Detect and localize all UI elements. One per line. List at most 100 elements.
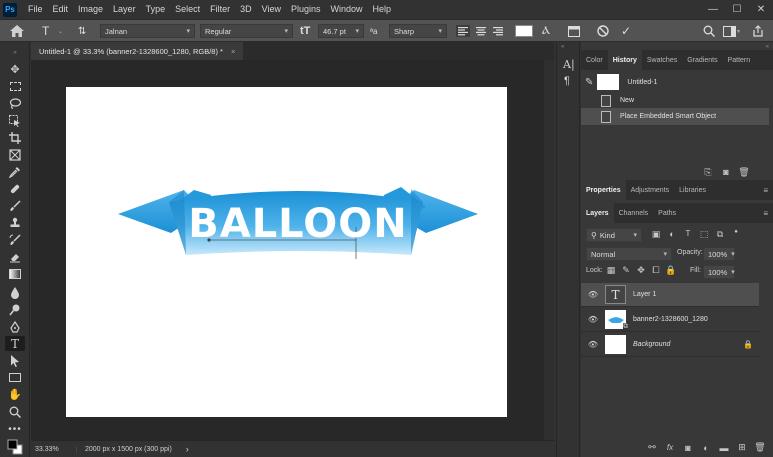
close-button[interactable]: ✕ — [749, 0, 773, 19]
cancel-icon[interactable] — [597, 24, 609, 38]
vertical-scrollbar[interactable] — [544, 60, 554, 440]
frame-tool-icon[interactable] — [5, 147, 25, 162]
menu-select[interactable]: Select — [170, 0, 205, 19]
hand-tool-icon[interactable]: ✋ — [5, 387, 25, 402]
filter-toggle-icon[interactable]: ● — [729, 229, 743, 240]
new-group-icon[interactable]: ▬ — [717, 443, 731, 453]
document-canvas[interactable]: BALLOON — [66, 87, 507, 417]
lasso-tool-icon[interactable] — [5, 96, 25, 111]
orientation-toggle-icon[interactable]: ⇅ — [78, 24, 86, 38]
visibility-eye-icon[interactable]: 👁 — [587, 315, 599, 324]
menu-help[interactable]: Help — [368, 0, 397, 19]
menu-3d[interactable]: 3D — [235, 0, 257, 19]
add-mask-icon[interactable]: ◙ — [681, 443, 695, 453]
pen-tool-icon[interactable] — [5, 319, 25, 334]
filter-type-icon[interactable]: T — [681, 229, 695, 240]
filter-pixel-icon[interactable]: ▣ — [649, 229, 663, 240]
lock-icon[interactable]: 🔒 — [743, 340, 753, 349]
path-selection-tool-icon[interactable] — [5, 353, 25, 368]
layer-filter-kind-select[interactable]: ⚲ Kind ▾ — [586, 228, 642, 242]
tab-paths[interactable]: Paths — [653, 203, 681, 223]
document-tab[interactable]: Untitled-1 @ 33.3% (banner2-1328600_1280… — [31, 42, 244, 60]
minimize-button[interactable]: — — [701, 0, 725, 19]
menu-plugins[interactable]: Plugins — [286, 0, 326, 19]
menu-view[interactable]: View — [257, 0, 286, 19]
history-brush-tool-icon[interactable] — [5, 232, 25, 247]
layer-style-icon[interactable]: fx — [663, 443, 677, 452]
workspace-icon[interactable] — [723, 24, 736, 38]
adjustment-layer-icon[interactable]: ◐ — [699, 443, 713, 453]
visibility-eye-icon[interactable]: 👁 — [587, 340, 599, 349]
commit-check-icon[interactable]: ✓ — [621, 24, 631, 38]
marquee-tool-icon[interactable] — [5, 79, 25, 94]
snapshot-camera-icon[interactable]: ◙ — [719, 167, 733, 178]
type-tool-icon[interactable]: T — [5, 336, 25, 351]
move-tool-icon[interactable]: ✥ — [5, 62, 25, 77]
layer-row[interactable]: 👁 Background 🔒 — [581, 333, 759, 357]
tab-swatches[interactable]: Swatches — [642, 50, 682, 70]
history-item[interactable]: Place Embedded Smart Object — [581, 108, 769, 125]
crop-tool-icon[interactable] — [5, 130, 25, 145]
filter-shape-icon[interactable]: ⬚ — [697, 229, 711, 240]
align-right-button[interactable] — [491, 24, 505, 38]
font-size-select[interactable]: 46.7 pt ▾ — [318, 24, 364, 38]
balloon-banner-graphic[interactable]: BALLOON — [66, 87, 507, 417]
gradient-tool-icon[interactable] — [5, 266, 25, 281]
align-left-button[interactable] — [456, 24, 470, 38]
filter-smart-object-icon[interactable]: ⧉ — [713, 229, 727, 240]
text-color-swatch[interactable] — [515, 24, 533, 38]
workspace-chevron-icon[interactable]: ▾ — [737, 24, 740, 38]
tab-gradients[interactable]: Gradients — [682, 50, 722, 70]
tab-adjustments[interactable]: Adjustments — [626, 180, 675, 200]
rectangle-tool-icon[interactable] — [5, 370, 25, 385]
tab-pattern[interactable]: Pattern — [723, 50, 756, 70]
object-selection-tool-icon[interactable] — [5, 113, 25, 128]
history-item[interactable]: New — [581, 92, 769, 109]
menu-image[interactable]: Image — [73, 0, 108, 19]
brush-tool-icon[interactable] — [5, 198, 25, 213]
lock-transparent-icon[interactable]: ▦ — [604, 265, 618, 276]
toolbar-collapse-icon[interactable]: » — [5, 50, 25, 56]
type-tool-preset-icon[interactable]: T — [42, 24, 58, 38]
link-layers-icon[interactable]: ⚯ — [645, 442, 659, 453]
tab-properties[interactable]: Properties — [581, 180, 626, 200]
banner-text[interactable]: BALLOON — [188, 201, 407, 247]
status-arrow-icon[interactable]: › — [186, 444, 189, 454]
blend-mode-select[interactable]: Normal ▾ — [586, 247, 672, 261]
delete-layer-icon[interactable]: 🗑 — [753, 442, 767, 453]
new-document-from-state-icon[interactable]: ⎘ — [701, 167, 715, 178]
lock-position-icon[interactable]: ✥ — [634, 265, 648, 276]
font-style-select[interactable]: Regular ▾ — [200, 24, 293, 38]
menu-window[interactable]: Window — [326, 0, 368, 19]
zoom-level[interactable]: 33.33% — [35, 445, 77, 453]
menu-edit[interactable]: Edit — [48, 0, 74, 19]
eyedropper-tool-icon[interactable] — [5, 164, 25, 179]
clone-stamp-tool-icon[interactable] — [5, 215, 25, 230]
history-snapshot[interactable]: ✎ Untitled-1 — [581, 70, 769, 94]
layer-row[interactable]: 👁 T Layer 1 — [581, 283, 759, 307]
new-layer-icon[interactable]: ⊞ — [735, 442, 749, 453]
menu-type[interactable]: Type — [141, 0, 171, 19]
zoom-tool-icon[interactable] — [5, 404, 25, 419]
fill-field[interactable]: 100% ▾ — [703, 265, 735, 279]
panel-menu-icon[interactable]: ≡ — [763, 209, 768, 218]
more-tools-icon[interactable]: ••• — [5, 422, 25, 437]
tab-layers[interactable]: Layers — [581, 203, 614, 223]
character-panel-button[interactable]: A| — [563, 58, 575, 71]
tab-channels[interactable]: Channels — [614, 203, 654, 223]
home-icon[interactable] — [10, 24, 24, 38]
panel-menu-icon[interactable]: ≡ — [763, 186, 768, 195]
maximize-button[interactable]: ☐ — [725, 0, 749, 19]
history-brush-source-icon[interactable]: ✎ — [585, 77, 593, 88]
color-swatches-icon[interactable] — [5, 438, 25, 456]
menu-file[interactable]: File — [23, 0, 48, 19]
filter-adjustment-icon[interactable]: ◐ — [665, 229, 679, 240]
lock-artboard-icon[interactable]: ⧠ — [649, 265, 663, 276]
character-panel-icon[interactable] — [568, 24, 580, 38]
share-icon[interactable] — [752, 24, 764, 38]
antialias-select[interactable]: Sharp ▾ — [389, 24, 447, 38]
font-family-select[interactable]: Jalnan ▾ — [100, 24, 195, 38]
warp-text-icon[interactable]: Ⲁ — [542, 24, 550, 38]
menu-filter[interactable]: Filter — [205, 0, 235, 19]
close-tab-icon[interactable]: × — [231, 47, 235, 56]
